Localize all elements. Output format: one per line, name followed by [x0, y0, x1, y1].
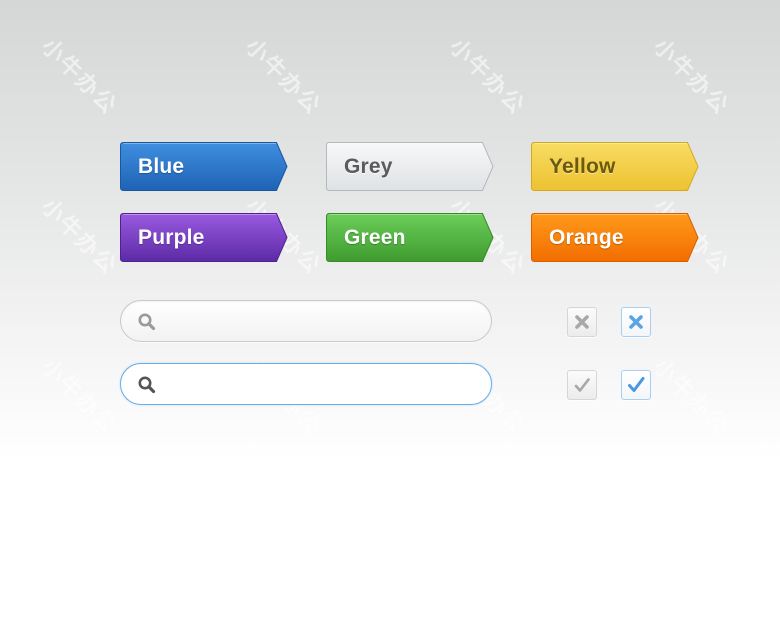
close-checkbox-unchecked[interactable]: [567, 307, 597, 337]
tag-button-green[interactable]: Green: [326, 213, 494, 262]
watermark: 小牛办公: [36, 514, 122, 600]
watermark: 小牛办公: [240, 514, 326, 600]
search-input-focused[interactable]: [165, 364, 475, 404]
tag-label: Purple: [138, 226, 205, 249]
tag-label: Green: [344, 226, 406, 249]
watermark: 小牛办公: [444, 514, 530, 600]
tag-button-orange[interactable]: Orange: [531, 213, 699, 262]
checkmark-icon: [628, 377, 645, 392]
tag-button-blue[interactable]: Blue: [120, 142, 288, 191]
search-icon: [138, 376, 156, 394]
search-input[interactable]: [165, 301, 475, 341]
watermark: 小牛办公: [648, 34, 734, 120]
check-checkbox-unchecked[interactable]: [567, 370, 597, 400]
search-icon: [138, 313, 156, 331]
close-icon: [575, 315, 589, 329]
tag-label: Yellow: [549, 155, 616, 178]
watermark: 小牛办公: [240, 34, 326, 120]
watermark: 小牛办公: [648, 354, 734, 440]
check-checkbox-checked[interactable]: [621, 370, 651, 400]
watermark: 小牛办公: [648, 514, 734, 600]
checkmark-icon: [574, 378, 590, 392]
watermark: 小牛办公: [36, 34, 122, 120]
tag-button-purple[interactable]: Purple: [120, 213, 288, 262]
close-icon: [629, 315, 643, 329]
tag-button-grey[interactable]: Grey: [326, 142, 494, 191]
watermark: 小牛办公: [36, 194, 122, 280]
tag-button-yellow[interactable]: Yellow: [531, 142, 699, 191]
tag-label: Grey: [344, 155, 393, 178]
watermark: 小牛办公: [444, 34, 530, 120]
tag-label: Orange: [549, 226, 624, 249]
close-checkbox-checked[interactable]: [621, 307, 651, 337]
search-field-focused[interactable]: [120, 363, 492, 405]
tag-label: Blue: [138, 155, 185, 178]
search-field[interactable]: [120, 300, 492, 342]
watermark: 小牛办公: [36, 354, 122, 440]
